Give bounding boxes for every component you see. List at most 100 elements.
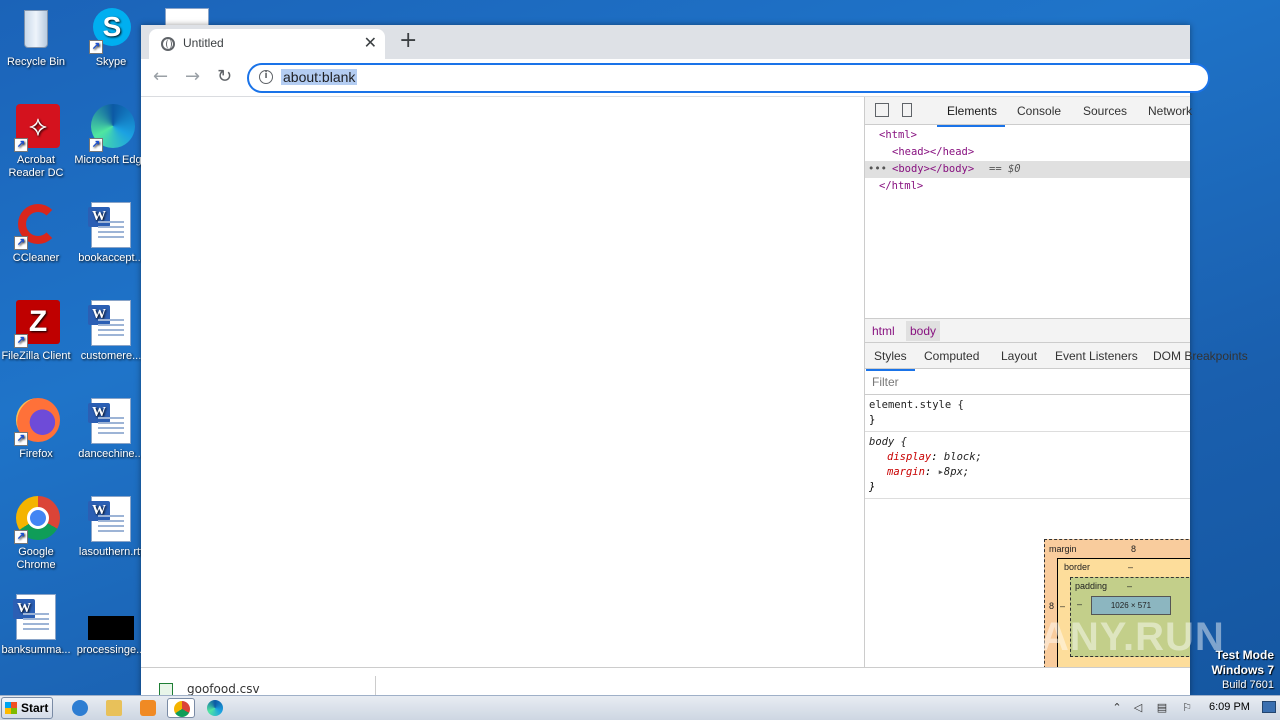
desktop-icon-edge[interactable]: ↗ Microsoft Edge: [73, 104, 149, 167]
styles-tabbar: Styles Computed Layout Event Listeners D…: [865, 343, 1248, 371]
desktop-icon-label: bookaccept...: [78, 252, 144, 264]
download-bar: goofood.csv: [141, 667, 1190, 697]
desktop-icon-label: FileZilla Client: [1, 350, 71, 362]
more-options-icon[interactable]: •••: [868, 161, 887, 178]
desktop-icon-label: lasouthern.rtf: [78, 546, 144, 558]
forward-button[interactable]: →: [185, 67, 200, 87]
desktop-icon-customere[interactable]: W customere...: [73, 300, 149, 363]
desktop-icon-label: customere...: [80, 350, 142, 362]
desktop-icon-label: Skype: [95, 56, 127, 68]
chrome-icon: ↗: [12, 496, 60, 544]
close-tab-icon[interactable]: ✕: [364, 33, 377, 52]
desktop-icon-label: banksumma...: [1, 644, 71, 656]
firefox-icon: ↗: [12, 398, 60, 446]
address-bar[interactable]: i about:blank: [247, 63, 1210, 93]
taskbar-explorer[interactable]: [100, 698, 128, 718]
dom-node-head[interactable]: <head></head>: [865, 144, 1190, 161]
desktop-icon-filezilla[interactable]: Z ↗ FileZilla Client: [0, 300, 74, 363]
desktop-icon-bookaccept[interactable]: W bookaccept...: [73, 202, 149, 265]
address-bar-url[interactable]: about:blank: [281, 69, 358, 85]
desktop-icon-chrome[interactable]: ↗ Google Chrome: [0, 496, 74, 572]
tab-console[interactable]: Console: [1017, 104, 1061, 118]
browser-toolbar: ← → ↻ i about:blank: [141, 59, 1210, 97]
tab-event-listeners[interactable]: Event Listeners: [1055, 349, 1138, 363]
breadcrumb-html[interactable]: html: [872, 324, 895, 338]
styles-filter-input[interactable]: Filter: [865, 369, 1190, 395]
element-style-rule[interactable]: element.style { }: [865, 395, 1190, 432]
show-desktop-button[interactable]: [1262, 701, 1276, 713]
desktop-icon-label: Acrobat Reader DC: [8, 154, 64, 179]
browser-window: Untitled ✕ + ← → ↻ i about:blank Element…: [141, 25, 1248, 697]
css-property-margin[interactable]: margin: ▸8px;: [869, 465, 1186, 480]
desktop-icon-recycle-bin[interactable]: Recycle Bin: [0, 6, 74, 69]
devtools-tabbar: Elements Console Sources Network: [865, 97, 1192, 127]
dom-node-html-open[interactable]: <html>: [865, 127, 1190, 144]
volume-icon[interactable]: ◁: [1131, 701, 1145, 715]
word-doc-icon: W: [87, 496, 135, 544]
edge-icon: ↗: [87, 104, 135, 152]
tab-title: Untitled: [183, 36, 224, 50]
tray-expand-icon[interactable]: ⌃: [1110, 701, 1124, 715]
desktop-icon-firefox[interactable]: ↗ Firefox: [0, 398, 74, 461]
breadcrumb-body[interactable]: body: [906, 321, 941, 341]
desktop-icon-processinge[interactable]: processinge...: [73, 594, 149, 657]
start-button[interactable]: Start: [1, 697, 53, 719]
desktop-icon-acrobat[interactable]: ⟡ ↗ Acrobat Reader DC: [0, 104, 74, 180]
chrome-icon: [174, 701, 190, 717]
taskbar-chrome[interactable]: [167, 698, 195, 718]
desktop-icon-label: Firefox: [19, 448, 53, 460]
new-tab-button[interactable]: +: [399, 29, 417, 53]
breadcrumb: html body: [865, 318, 1190, 343]
network-icon[interactable]: ▤: [1155, 701, 1169, 715]
reload-button[interactable]: ↻: [217, 67, 232, 87]
desktop-icon-label: Microsoft Edge: [74, 154, 148, 166]
filezilla-icon: Z ↗: [12, 300, 60, 348]
download-separator: [375, 676, 376, 696]
body-style-rule[interactable]: body { display: block; margin: ▸8px; }: [865, 432, 1190, 499]
desktop-icon-dancechine[interactable]: W dancechine...: [73, 398, 149, 461]
taskbar-clock[interactable]: 6:09 PM: [1209, 701, 1250, 713]
taskbar-ie[interactable]: [66, 698, 94, 718]
back-button[interactable]: ←: [153, 67, 168, 87]
skype-icon: S ↗: [87, 6, 135, 54]
desktop-icon-label: Recycle Bin: [6, 56, 66, 68]
tab-computed[interactable]: Computed: [924, 349, 979, 363]
page-viewport[interactable]: [141, 97, 865, 667]
desktop-icon-ccleaner[interactable]: ↗ CCleaner: [0, 202, 74, 265]
folder-icon: [106, 700, 122, 716]
dom-tree: <html> <head></head> ••• <body></body> =…: [865, 125, 1190, 318]
taskbar-media-player[interactable]: [134, 698, 162, 718]
desktop-icon-skype[interactable]: S ↗ Skype: [73, 6, 149, 69]
tab-styles[interactable]: Styles: [866, 349, 915, 371]
windows-logo-icon: [5, 702, 17, 714]
tab-layout[interactable]: Layout: [1001, 349, 1037, 363]
dom-node-body[interactable]: ••• <body></body> == $0: [865, 161, 1190, 178]
tab-elements[interactable]: Elements: [936, 104, 1006, 127]
ccleaner-icon: ↗: [12, 202, 60, 250]
box-model-content[interactable]: 1026 × 571: [1091, 596, 1171, 615]
test-mode-notice: Test Mode Windows 7 Build 7601: [1211, 648, 1274, 691]
inspect-element-icon[interactable]: [875, 103, 889, 117]
taskbar-edge[interactable]: [201, 698, 229, 718]
internet-explorer-icon: [72, 700, 88, 716]
recycle-bin-icon: [12, 6, 60, 54]
dom-node-html-close[interactable]: </html>: [865, 178, 1190, 195]
media-player-icon: [140, 700, 156, 716]
desktop-icon-label: CCleaner: [12, 252, 60, 264]
acrobat-icon: ⟡ ↗: [12, 104, 60, 152]
action-center-flag-icon[interactable]: ⚐: [1180, 701, 1194, 715]
tab-network[interactable]: Network: [1148, 104, 1192, 118]
tab-dom-breakpoints[interactable]: DOM Breakpoints: [1153, 349, 1248, 363]
browser-tab[interactable]: Untitled ✕: [149, 29, 385, 59]
edge-icon: [207, 700, 223, 716]
css-property-display[interactable]: display: block;: [869, 450, 1186, 465]
word-doc-icon: W: [87, 202, 135, 250]
globe-icon: [161, 37, 175, 51]
desktop-icon-label: processinge...: [76, 644, 146, 656]
desktop-icon-banksumma[interactable]: W banksumma...: [0, 594, 74, 657]
tab-sources[interactable]: Sources: [1083, 104, 1127, 118]
device-toolbar-icon[interactable]: [902, 103, 912, 117]
desktop-icon-lasouthern[interactable]: W lasouthern.rtf: [73, 496, 149, 559]
word-doc-icon: W: [87, 398, 135, 446]
info-icon[interactable]: i: [259, 70, 273, 84]
